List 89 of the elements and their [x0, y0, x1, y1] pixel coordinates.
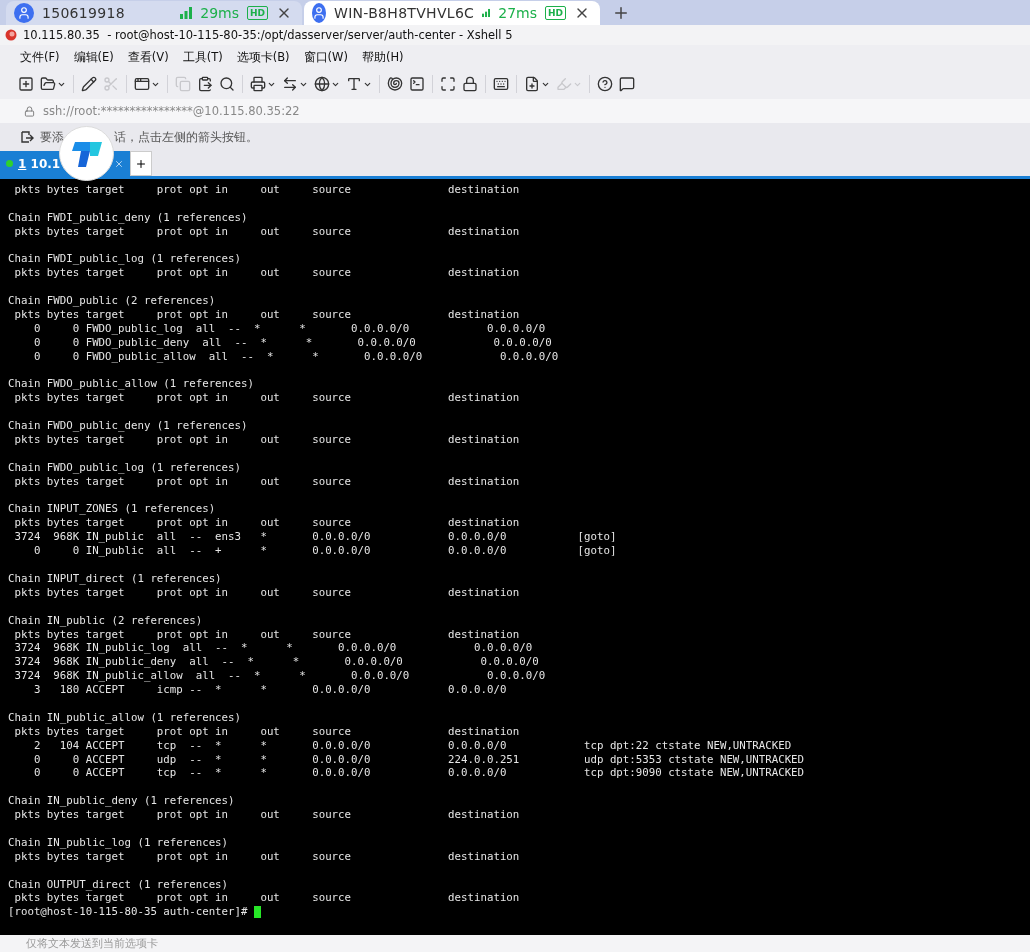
- add-tab-button[interactable]: [130, 151, 152, 176]
- menu-item[interactable]: 帮助(H): [361, 49, 404, 65]
- terminal-line: 3 180 ACCEPT icmp -- * * 0.0.0.0/0 0.0.0.0/0: [32, 683, 507, 697]
- fullscreen-icon[interactable]: [440, 76, 456, 92]
- terminal-line: pkts bytes target prot opt in out source destination: [13, 474, 520, 489]
- terminal-line: pkts bytes target prot opt in out source destination: [13, 308, 520, 322]
- quality-badge: HD: [247, 6, 268, 20]
- pencil-icon[interactable]: [81, 76, 97, 92]
- terminal-line: 0 0 FWDO_public_log all -- * * 0.0.0.0/0 0.0.0.0/0: [32, 321, 546, 336]
- terminal-line: pkts bytes target prot opt in out source destination: [13, 183, 520, 197]
- terminal-line: Chain FWDI_public_deny (1 references): [8, 210, 248, 225]
- terminal-line: Chain IN_public_allow (1 references): [8, 710, 241, 725]
- terminal-line: Chain FWDO_public_allow (1 references): [8, 377, 254, 392]
- menu-item[interactable]: 工具(T): [182, 49, 223, 65]
- terminal-line: pkts bytes target prot opt in out source destination: [13, 516, 520, 531]
- hint-text: 要添: [40, 129, 64, 145]
- terminal-line: 0 0 FWDO_public_allow all -- * * 0.0.0.0/0 0.0.0.0/0: [32, 349, 559, 364]
- latency-text: 29ms: [200, 5, 239, 21]
- terminal-line: pkts bytes target prot opt in out source destination: [13, 808, 520, 822]
- new-session-icon[interactable]: [18, 76, 34, 92]
- remote-tab[interactable]: 150619918 29ms HD: [6, 1, 302, 25]
- menu-item[interactable]: 查看(V): [127, 49, 169, 65]
- window-settings-icon[interactable]: [134, 76, 160, 92]
- terminal-line: Chain FWDO_public (2 references): [8, 294, 216, 308]
- terminal-line: Chain IN_public_log (1 references): [8, 835, 229, 850]
- folder-icon[interactable]: [40, 76, 66, 92]
- terminal-line: Chain INPUT_direct (1 references): [8, 571, 222, 586]
- terminal-line: pkts bytes target prot opt in out source destination: [13, 724, 520, 739]
- printer-icon[interactable]: [250, 76, 276, 92]
- hint-text: 话，点击左侧的箭头按钮。: [114, 129, 258, 145]
- terminal-line: 0 0 ACCEPT tcp -- * * 0.0.0.0/0 0.0.0.0/0 tcp dpt:9090 ctstate NEW,UNTRACKED: [32, 766, 805, 781]
- terminal-line: Chain IN_public_deny (1 references): [8, 794, 235, 809]
- window-title: 10.115.80.35 - root@host-10-115-80-35:/opt/dasserver/server/auth-center - Xshell 5: [23, 28, 513, 42]
- user-avatar-icon: [14, 3, 34, 23]
- menu-item[interactable]: 文件(F): [20, 49, 60, 65]
- search-icon[interactable]: [219, 76, 235, 92]
- terminal-icon[interactable]: [409, 76, 425, 92]
- terminal-line: 2 104 ACCEPT tcp -- * * 0.0.0.0/0 0.0.0.0/0 tcp dpt:22 ctstate NEW,UNTRACKED: [32, 738, 792, 753]
- signal-icon: [482, 7, 491, 19]
- terminal-line: pkts bytes target prot opt in out source destination: [13, 224, 520, 239]
- terminal-line: 0 0 ACCEPT udp -- * * 0.0.0.0/0 224.0.0.251 udp dpt:5353 ctstate NEW,UNTRACKED: [32, 752, 805, 767]
- help-icon[interactable]: [597, 76, 613, 92]
- terminal-line: pkts bytes target prot opt in out source destination: [13, 627, 520, 642]
- terminal-line: Chain INPUT_ZONES (1 references): [8, 502, 216, 517]
- address-text: ssh://root:****************@10.115.80.35:22: [43, 104, 300, 118]
- terminal-line: pkts bytes target prot opt in out source destination: [13, 433, 520, 447]
- terminal-line: Chain FWDO_public_deny (1 references): [8, 419, 248, 434]
- text-cursor: [253, 906, 261, 919]
- terminal-line: Chain IN_public (2 references): [8, 613, 203, 628]
- globe-icon[interactable]: [314, 76, 340, 92]
- arrow-icon[interactable]: [20, 130, 34, 144]
- shell-prompt: [root@host-10-115-80-35 auth-center]#: [8, 905, 249, 920]
- user-avatar-icon: [312, 3, 326, 23]
- latency-text: 27ms: [498, 5, 537, 21]
- menu-item[interactable]: 窗口(W): [303, 49, 348, 65]
- terminal-line: pkts bytes target prot opt in out source destination: [13, 391, 520, 406]
- session-tab-label: 1 10.1: [18, 156, 62, 171]
- terminal-line: 0 0 IN_public all -- + * 0.0.0.0/0 0.0.0.0/0 [goto]: [32, 544, 617, 559]
- menu-item[interactable]: 编辑(E): [73, 49, 114, 65]
- chat-icon[interactable]: [619, 76, 635, 92]
- remote-tab-title: WIN-B8H8TVHVL6C: [334, 5, 475, 21]
- remote-tab[interactable]: WIN-B8H8TVHVL6C 27ms HD: [304, 1, 600, 25]
- terminal-line: Chain FWDO_public_log (1 references): [8, 460, 241, 475]
- terminal-line: pkts bytes target prot opt in out source destination: [13, 266, 520, 281]
- terminal-line: pkts bytes target prot opt in out source destination: [13, 849, 520, 864]
- terminal-line: Chain OUTPUT_direct (1 references): [8, 877, 229, 892]
- terminal-line: 3724 968K IN_public_allow all -- * * 0.0.0.0/0 0.0.0.0/0: [13, 669, 546, 684]
- file-plus-icon[interactable]: [524, 76, 550, 92]
- font-icon[interactable]: [346, 76, 372, 92]
- terminal-line: pkts bytes target prot opt in out source destination: [13, 891, 520, 906]
- terminal[interactable]: [0, 179, 1030, 935]
- terminal-line: Chain FWDI_public_log (1 references): [8, 252, 241, 267]
- quality-badge: HD: [545, 6, 566, 20]
- terminal-line: 3724 968K IN_public all -- ens3 * 0.0.0.0/0 0.0.0.0/0 [goto]: [13, 530, 617, 545]
- plus-icon: [135, 157, 147, 170]
- lock-icon[interactable]: [462, 76, 478, 92]
- app-icon: [5, 29, 17, 41]
- terminal-line: 0 0 FWDO_public_deny all -- * * 0.0.0.0/0 0.0.0.0/0: [32, 335, 552, 350]
- keyboard-icon[interactable]: [493, 76, 509, 92]
- paste-icon[interactable]: [197, 76, 213, 92]
- terminal-line: pkts bytes target prot opt in out source destination: [13, 585, 520, 600]
- compose-field[interactable]: 仅将文本发送到当前选项卡: [0, 935, 1030, 952]
- terminal-line: 3724 968K IN_public_deny all -- * * 0.0.0.0/0 0.0.0.0/0: [13, 655, 539, 670]
- transfer-icon[interactable]: [282, 76, 308, 92]
- lock-icon: [24, 105, 35, 117]
- terminal-line: 3724 968K IN_public_log all -- * * 0.0.0.0/0 0.0.0.0/0: [13, 641, 533, 656]
- menu-item[interactable]: 选项卡(B): [236, 49, 290, 65]
- signal-icon: [180, 7, 193, 19]
- remote-tab-title: 150619918: [42, 5, 126, 21]
